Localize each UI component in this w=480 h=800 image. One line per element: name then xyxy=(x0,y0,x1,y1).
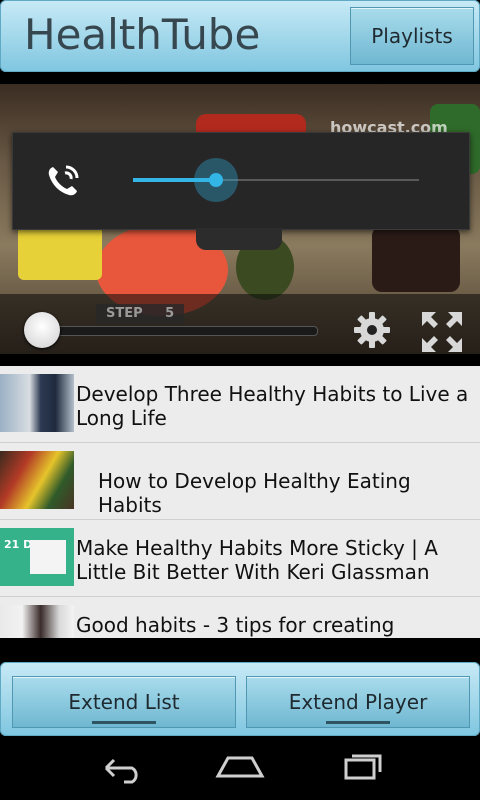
extend-player-button[interactable]: Extend Player xyxy=(246,676,470,728)
playlists-button[interactable]: Playlists xyxy=(350,7,474,65)
extend-list-button[interactable]: Extend List xyxy=(12,676,236,728)
list-item[interactable]: Good habits - 3 tips for creating health… xyxy=(0,597,480,638)
extend-player-indicator xyxy=(326,721,390,724)
video-title: Good habits - 3 tips for creating health… xyxy=(76,613,395,638)
phone-ring-icon xyxy=(48,165,79,196)
video-thumbnail xyxy=(0,605,74,638)
app-header: HealthTube Playlists xyxy=(0,0,480,72)
play-button[interactable] xyxy=(196,228,282,250)
list-item[interactable]: How to Develop Healthy Eating Habits xyxy=(0,443,480,520)
step-label: STEP xyxy=(106,306,143,321)
video-thumbnail: 21 DAYS xyxy=(0,528,74,586)
video-list: Develop Three Healthy Habits to Live a L… xyxy=(0,366,480,638)
app-title: HealthTube xyxy=(24,10,261,59)
video-title: How to Develop Healthy Eating Habits xyxy=(98,469,411,517)
home-icon[interactable] xyxy=(214,752,266,784)
calendar-graphic xyxy=(30,540,66,574)
step-badge: STEP 5 xyxy=(96,304,185,324)
gear-icon[interactable] xyxy=(352,310,392,350)
video-scene-beans xyxy=(372,226,460,292)
extend-list-label: Extend List xyxy=(68,690,180,714)
seek-bar[interactable] xyxy=(38,326,318,336)
video-scene-corn xyxy=(18,224,102,280)
fullscreen-icon[interactable] xyxy=(420,310,464,354)
footer-bar: Extend List Extend Player xyxy=(0,662,480,736)
video-player[interactable]: howcast.com STEP 5 xyxy=(0,84,480,354)
video-thumbnail xyxy=(0,451,74,509)
extend-list-indicator xyxy=(92,721,156,724)
header-divider xyxy=(0,72,480,84)
video-thumbnail xyxy=(0,374,74,432)
volume-slider-thumb[interactable] xyxy=(193,158,238,202)
back-icon[interactable] xyxy=(94,752,146,784)
step-number: 5 xyxy=(165,306,175,321)
seek-bar-thumb[interactable] xyxy=(24,312,60,348)
video-title: Make Healthy Habits More Sticky | A Litt… xyxy=(76,536,438,584)
extend-player-label: Extend Player xyxy=(288,690,428,714)
player-controls: STEP 5 xyxy=(0,294,480,354)
video-title: Develop Three Healthy Habits to Live a L… xyxy=(76,382,469,430)
volume-panel xyxy=(12,132,470,230)
list-item[interactable]: Develop Three Healthy Habits to Live a L… xyxy=(0,366,480,443)
recents-icon[interactable] xyxy=(334,752,386,784)
system-nav-bar xyxy=(0,736,480,800)
volume-slider[interactable] xyxy=(133,158,419,202)
list-item[interactable]: 21 DAYS Make Healthy Habits More Sticky … xyxy=(0,520,480,597)
